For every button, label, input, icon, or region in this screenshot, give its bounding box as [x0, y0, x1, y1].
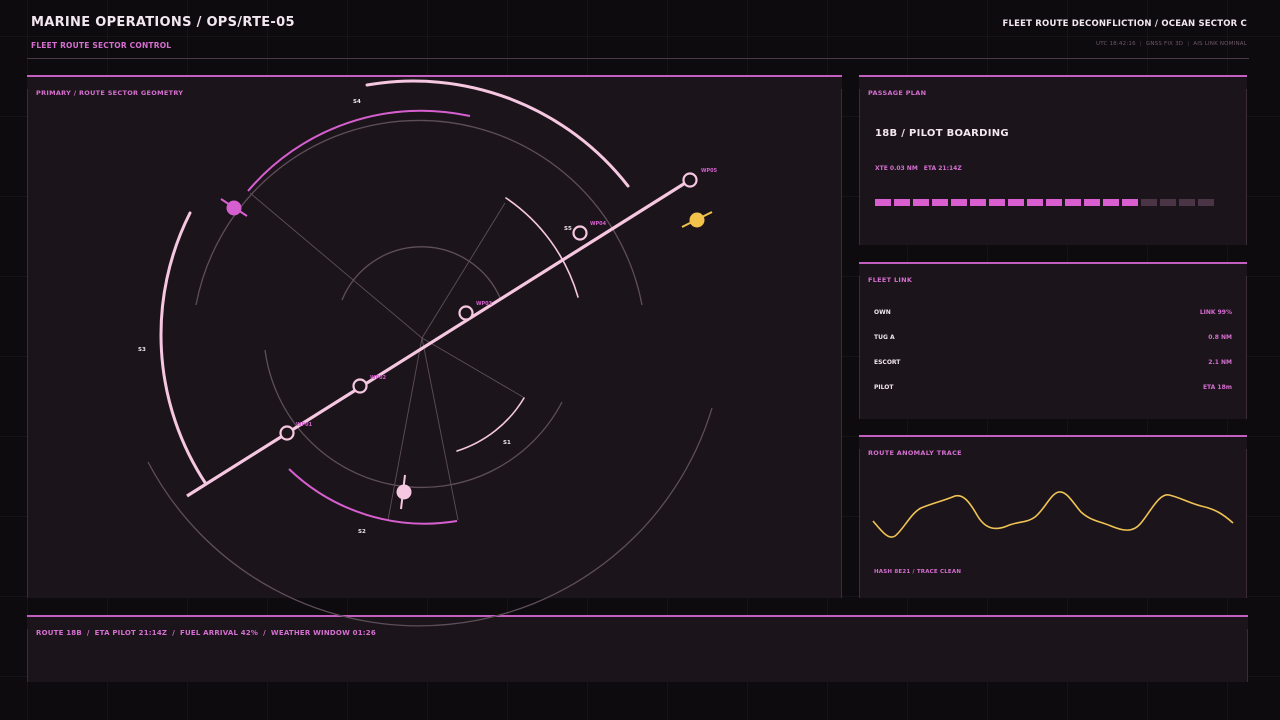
sector-label: S2 — [358, 529, 366, 535]
waypoint-label: WP04 — [590, 221, 607, 227]
waypoint-marker[interactable] — [279, 425, 295, 441]
waypoint-marker[interactable] — [352, 378, 368, 394]
sector-s1-arc — [456, 397, 525, 452]
sector-s3-arc — [159, 211, 208, 486]
wide-ring-arc — [147, 407, 713, 627]
route-geometry[interactable]: WP01 WP02 WP03 WP04 WP05 S1 S2 S3 S4 S5 — [0, 0, 1280, 720]
route-line — [186, 178, 691, 498]
sector-label: S4 — [353, 99, 361, 105]
sector-label: S5 — [564, 226, 572, 232]
waypoint-label: WP01 — [296, 422, 313, 428]
sector-label: S3 — [138, 347, 146, 353]
contact-vessel-light[interactable] — [396, 474, 412, 510]
sector-radial — [249, 192, 423, 339]
outer-ring-arc — [195, 119, 643, 306]
sector-s2-arc — [288, 468, 458, 525]
sector-radial — [421, 337, 459, 521]
waypoint-marker[interactable] — [682, 172, 698, 188]
sector-s5-arc — [505, 197, 579, 298]
sector-radial — [421, 337, 524, 398]
waypoint-marker[interactable] — [572, 225, 588, 241]
sector-s4-arc — [247, 109, 471, 192]
contact-vessel-magenta[interactable] — [220, 198, 248, 217]
inner-ring-arc — [341, 246, 502, 301]
waypoint-label: WP03 — [476, 301, 493, 307]
sector-s4-outer-arc — [365, 79, 630, 188]
waypoint-marker[interactable] — [458, 305, 474, 321]
waypoint-label: WP05 — [701, 168, 718, 174]
waypoint-label: WP02 — [370, 375, 387, 381]
sector-label: S1 — [503, 440, 511, 446]
contact-vessel-yellow[interactable] — [681, 211, 713, 228]
